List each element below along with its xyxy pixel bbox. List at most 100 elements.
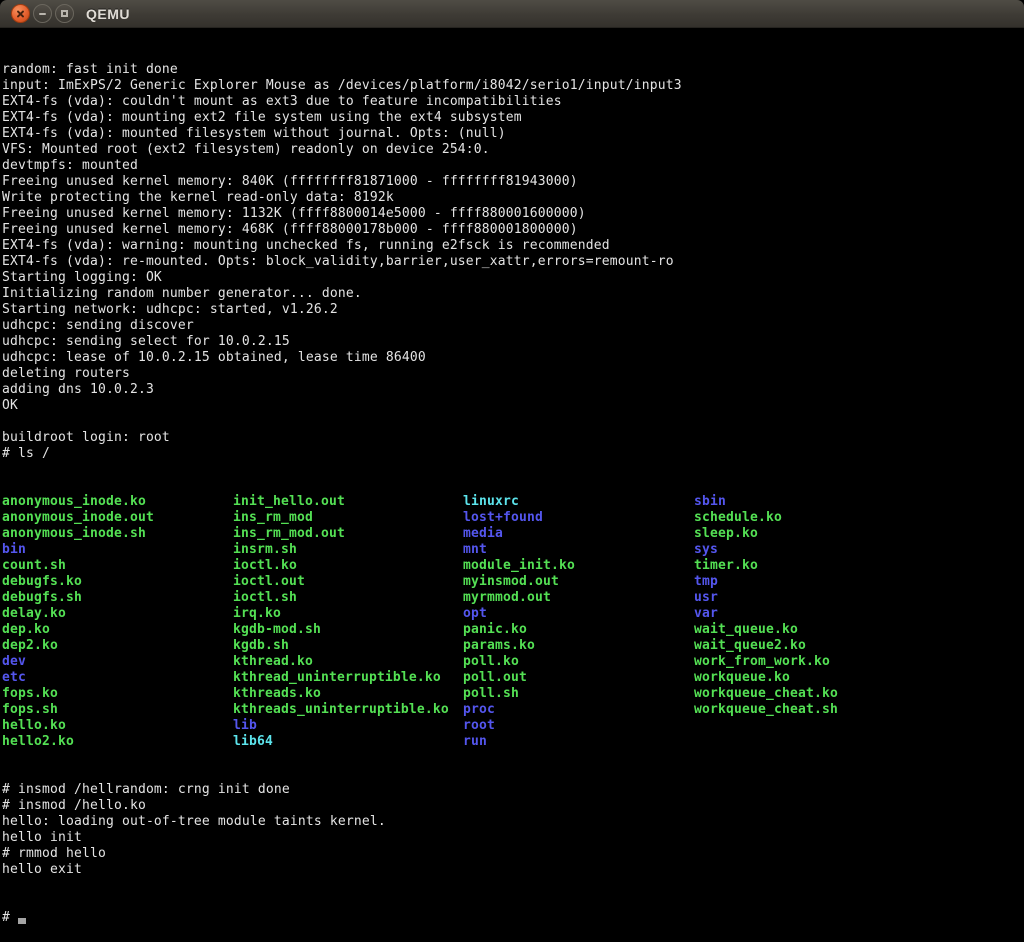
console-line: EXT4-fs (vda): mounting ext2 file system… [2,110,1024,126]
console-line: hello exit [2,862,1024,878]
text-cursor [18,918,26,924]
file-entry-dir: lost+found [463,510,694,526]
close-icon [17,10,25,18]
file-listing-row: debugfs.koioctl.outmyinsmod.outtmp [2,574,1024,590]
file-entry-exec: myrmmod.out [463,590,694,606]
terminal-console[interactable]: random: fast init doneinput: ImExPS/2 Ge… [0,28,1024,796]
console-line: EXT4-fs (vda): re-mounted. Opts: block_v… [2,254,1024,270]
file-entry-exec: fops.ko [2,686,233,702]
file-listing-row: bininsrm.shmntsys [2,542,1024,558]
file-entry-exec: ioctl.ko [233,558,463,574]
boot-log: random: fast init doneinput: ImExPS/2 Ge… [2,62,1024,462]
shell-log: # insmod /hellrandom: crng init done# in… [2,782,1024,878]
file-entry-exec: dep.ko [2,622,233,638]
file-entry-exec: fops.sh [2,702,233,718]
file-entry-exec: ins_rm_mod.out [233,526,463,542]
file-entry-exec: init_hello.out [233,494,463,510]
console-line: Freeing unused kernel memory: 840K (ffff… [2,174,1024,190]
window-titlebar: QEMU [0,0,1024,28]
file-entry-exec: kthread_uninterruptible.ko [233,670,463,686]
console-line: EXT4-fs (vda): mounted filesystem withou… [2,126,1024,142]
minimize-button[interactable] [33,4,52,23]
file-entry-dir: lib [233,718,463,734]
file-entry-exec: poll.ko [463,654,694,670]
file-listing-row: devkthread.kopoll.kowork_from_work.ko [2,654,1024,670]
file-entry-exec: module_init.ko [463,558,694,574]
console-line: devtmpfs: mounted [2,158,1024,174]
file-entry-exec: sleep.ko [694,526,1024,542]
file-entry-dir: tmp [694,574,1024,590]
file-entry-exec: delay.ko [2,606,233,622]
file-entry-dir: root [463,718,694,734]
console-line: Initializing random number generator... … [2,286,1024,302]
file-entry-exec: workqueue_cheat.sh [694,702,1024,718]
console-line: Freeing unused kernel memory: 468K (ffff… [2,222,1024,238]
file-listing-row: anonymous_inode.shins_rm_mod.outmediasle… [2,526,1024,542]
file-entry-exec: hello2.ko [2,734,233,750]
file-listing-row: count.shioctl.komodule_init.kotimer.ko [2,558,1024,574]
file-entry-exec: workqueue.ko [694,670,1024,686]
close-button[interactable] [11,4,30,23]
file-entry-exec: kthread.ko [233,654,463,670]
file-entry-exec: poll.sh [463,686,694,702]
file-listing-row: dep2.kokgdb.shparams.kowait_queue2.ko [2,638,1024,654]
minimize-icon [39,13,46,15]
maximize-button[interactable] [55,4,74,23]
console-line: VFS: Mounted root (ext2 filesystem) read… [2,142,1024,158]
file-listing-row: etckthread_uninterruptible.kopoll.outwor… [2,670,1024,686]
file-entry-dir: mnt [463,542,694,558]
file-entry-dir: dev [2,654,233,670]
file-entry-exec: insrm.sh [233,542,463,558]
file-entry-exec: anonymous_inode.out [2,510,233,526]
file-entry-dir: proc [463,702,694,718]
file-entry-dir: sys [694,542,1024,558]
file-entry-symlink: linuxrc [463,494,694,510]
console-line: EXT4-fs (vda): warning: mounting uncheck… [2,238,1024,254]
console-line: # insmod /hello.ko [2,798,1024,814]
file-entry-exec: ioctl.out [233,574,463,590]
file-entry-dir: usr [694,590,1024,606]
console-line: udhcpc: lease of 10.0.2.15 obtained, lea… [2,350,1024,366]
file-entry-exec: ins_rm_mod [233,510,463,526]
file-entry-dir: media [463,526,694,542]
console-line: hello: loading out-of-tree module taints… [2,814,1024,830]
file-entry-exec: work_from_work.ko [694,654,1024,670]
file-entry-dir: sbin [694,494,1024,510]
file-entry-exec: wait_queue.ko [694,622,1024,638]
file-entry-exec: irq.ko [233,606,463,622]
window-title: QEMU [86,6,130,22]
file-entry-symlink: lib64 [233,734,463,750]
file-entry-exec: myinsmod.out [463,574,694,590]
console-line: # ls / [2,446,1024,462]
file-entry-dir: run [463,734,694,750]
file-entry-dir: bin [2,542,233,558]
file-entry-exec: panic.ko [463,622,694,638]
file-entry-exec: kthreads_uninterruptible.ko [233,702,463,718]
file-entry-exec: kgdb-mod.sh [233,622,463,638]
file-listing-row: dep.kokgdb-mod.shpanic.kowait_queue.ko [2,622,1024,638]
console-line [2,414,1024,430]
console-line: OK [2,398,1024,414]
file-entry-exec: wait_queue2.ko [694,638,1024,654]
shell-prompt: # [2,910,18,925]
console-line: deleting routers [2,366,1024,382]
console-line: Starting network: udhcpc: started, v1.26… [2,302,1024,318]
console-line: buildroot login: root [2,430,1024,446]
console-line: random: fast init done [2,62,1024,78]
file-listing-row: hello.kolibroot [2,718,1024,734]
file-listing-row: anonymous_inode.outins_rm_modlost+founds… [2,510,1024,526]
prompt-line: # [2,910,1024,926]
file-entry-exec: kgdb.sh [233,638,463,654]
file-listing-row: fops.shkthreads_uninterruptible.koprocwo… [2,702,1024,718]
console-line: hello init [2,830,1024,846]
file-entry-empty [694,718,1024,734]
file-entry-empty [694,734,1024,750]
console-line: udhcpc: sending select for 10.0.2.15 [2,334,1024,350]
file-entry-exec: schedule.ko [694,510,1024,526]
console-line: # rmmod hello [2,846,1024,862]
console-line: adding dns 10.0.2.3 [2,382,1024,398]
file-listing-row: fops.kokthreads.kopoll.shworkqueue_cheat… [2,686,1024,702]
console-line: input: ImExPS/2 Generic Explorer Mouse a… [2,78,1024,94]
file-entry-exec: workqueue_cheat.ko [694,686,1024,702]
file-entry-dir: etc [2,670,233,686]
